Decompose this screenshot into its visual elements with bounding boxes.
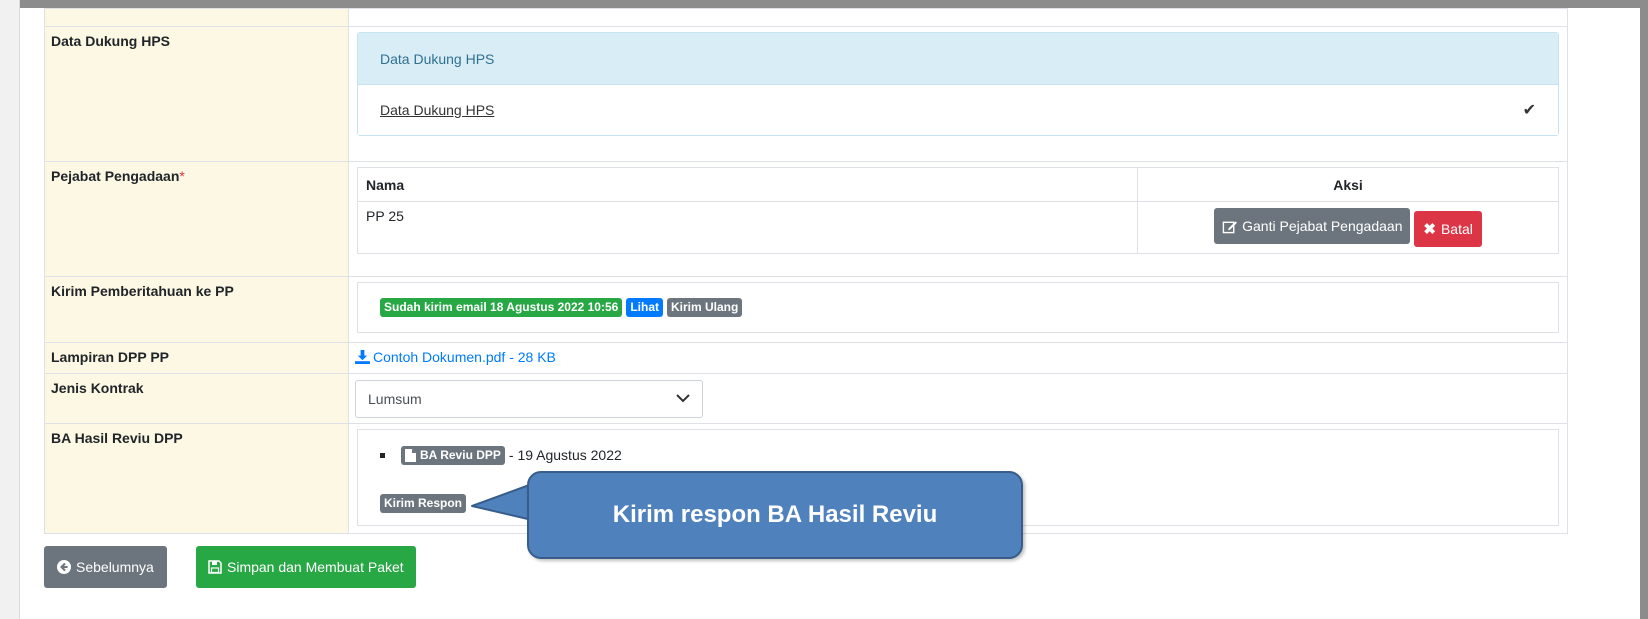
check-icon: ✔ xyxy=(1522,102,1536,119)
label-kirim-pemberitahuan: Kirim Pemberitahuan ke PP xyxy=(44,275,349,343)
window-top-border xyxy=(0,0,1648,8)
spacer-value-cell xyxy=(348,8,1568,27)
ba-reviu-date: - 19 Agustus 2022 xyxy=(508,447,622,463)
simpan-button[interactable]: Simpan dan Membuat Paket xyxy=(196,546,416,588)
pejabat-aksi-cell: Ganti Pejabat Pengadaan ✖ Batal xyxy=(1137,201,1559,254)
panel-body: Data Dukung HPS ✔ xyxy=(358,85,1558,135)
callout-annotation: Kirim respon BA Hasil Reviu xyxy=(527,471,1023,559)
save-icon xyxy=(208,560,222,574)
col-nama: Nama xyxy=(357,167,1138,202)
value-lampiran: Contoh Dokumen.pdf - 28 KB xyxy=(348,341,1568,374)
table-row: PP 25 Ganti Pejabat Pengadaan ✖ Batal xyxy=(357,201,1559,254)
pejabat-label-text: Pejabat Pengadaan xyxy=(51,168,180,184)
sebelumnya-button[interactable]: Sebelumnya xyxy=(44,546,167,588)
chevron-down-icon xyxy=(676,394,690,403)
label-pejabat-pengadaan: Pejabat Pengadaan* xyxy=(44,161,349,277)
ganti-pejabat-label: Ganti Pejabat Pengadaan xyxy=(1242,218,1403,234)
edit-icon xyxy=(1222,220,1238,233)
status-badge: Sudah kirim email 18 Agustus 2022 10:56 xyxy=(380,297,623,317)
label-lampiran: Lampiran DPP PP xyxy=(44,341,349,374)
ba-reviu-doc-label: BA Reviu DPP xyxy=(420,447,501,462)
kirim-ulang-badge[interactable]: Kirim Ulang xyxy=(667,297,743,317)
value-kirim-pemberitahuan: Sudah kirim email 18 Agustus 2022 10:56 … xyxy=(348,275,1568,343)
close-icon: ✖ xyxy=(1423,220,1436,238)
label-jenis-kontrak: Jenis Kontrak xyxy=(44,372,349,424)
jenis-kontrak-select[interactable]: Lumsum xyxy=(355,379,703,418)
bullet xyxy=(380,452,385,458)
data-dukung-panel: Data Dukung HPS Data Dukung HPS ✔ xyxy=(357,32,1559,136)
label-data-dukung-hps: Data Dukung HPS xyxy=(44,26,349,162)
file-icon xyxy=(405,448,416,462)
kirim-respon-badge[interactable]: Kirim Respon xyxy=(380,493,467,513)
simpan-label: Simpan dan Membuat Paket xyxy=(227,559,404,575)
panel-title: Data Dukung HPS xyxy=(358,33,1558,85)
batal-button[interactable]: ✖ Batal xyxy=(1414,210,1482,247)
pemberitahuan-box: Sudah kirim email 18 Agustus 2022 10:56 … xyxy=(357,281,1559,333)
window-left-edge xyxy=(0,0,20,619)
lampiran-file-text: Contoh Dokumen.pdf - 28 KB xyxy=(373,348,556,365)
required-mark: * xyxy=(179,168,185,184)
row-data-dukung-hps: Data Dukung HPS Data Dukung HPS Data Duk… xyxy=(44,26,1568,162)
pejabat-table-header: Nama Aksi xyxy=(357,167,1559,202)
batal-label: Batal xyxy=(1440,220,1473,237)
list-item: BA Reviu DPP - 19 Agustus 2022 xyxy=(380,445,622,465)
sebelumnya-label: Sebelumnya xyxy=(76,559,154,575)
label-ba-hasil-reviu: BA Hasil Reviu DPP xyxy=(44,422,349,534)
lampiran-file-link[interactable]: Contoh Dokumen.pdf - 28 KB xyxy=(355,349,556,365)
download-icon xyxy=(355,349,370,364)
pejabat-table: Nama Aksi PP 25 Ganti Pejabat Pengadaan … xyxy=(357,167,1559,254)
window-right-border xyxy=(1640,0,1648,619)
value-pejabat-pengadaan: Nama Aksi PP 25 Ganti Pejabat Pengadaan … xyxy=(348,161,1568,277)
ba-reviu-doc-badge[interactable]: BA Reviu DPP xyxy=(401,445,505,465)
data-dukung-doc-link[interactable]: Data Dukung HPS xyxy=(380,102,494,118)
row-pejabat-pengadaan: Pejabat Pengadaan* Nama Aksi PP 25 Ganti… xyxy=(44,161,1568,277)
value-jenis-kontrak: Lumsum xyxy=(348,372,1568,424)
col-aksi: Aksi xyxy=(1137,167,1559,202)
arrow-left-circle-icon xyxy=(57,560,71,574)
spacer-label-cell xyxy=(44,8,349,27)
value-data-dukung-hps: Data Dukung HPS Data Dukung HPS ✔ xyxy=(348,26,1568,162)
jenis-kontrak-selected: Lumsum xyxy=(368,390,422,407)
row-lampiran: Lampiran DPP PP Contoh Dokumen.pdf - 28 … xyxy=(44,341,1568,374)
row-jenis-kontrak: Jenis Kontrak Lumsum xyxy=(44,372,1568,424)
pejabat-nama-cell: PP 25 xyxy=(357,201,1138,254)
ganti-pejabat-button[interactable]: Ganti Pejabat Pengadaan xyxy=(1214,208,1411,244)
form-table: Data Dukung HPS Data Dukung HPS Data Duk… xyxy=(44,8,1568,534)
row-kirim-pemberitahuan: Kirim Pemberitahuan ke PP Sudah kirim em… xyxy=(44,275,1568,343)
lihat-badge[interactable]: Lihat xyxy=(626,297,663,317)
row-spacer xyxy=(44,8,1568,27)
